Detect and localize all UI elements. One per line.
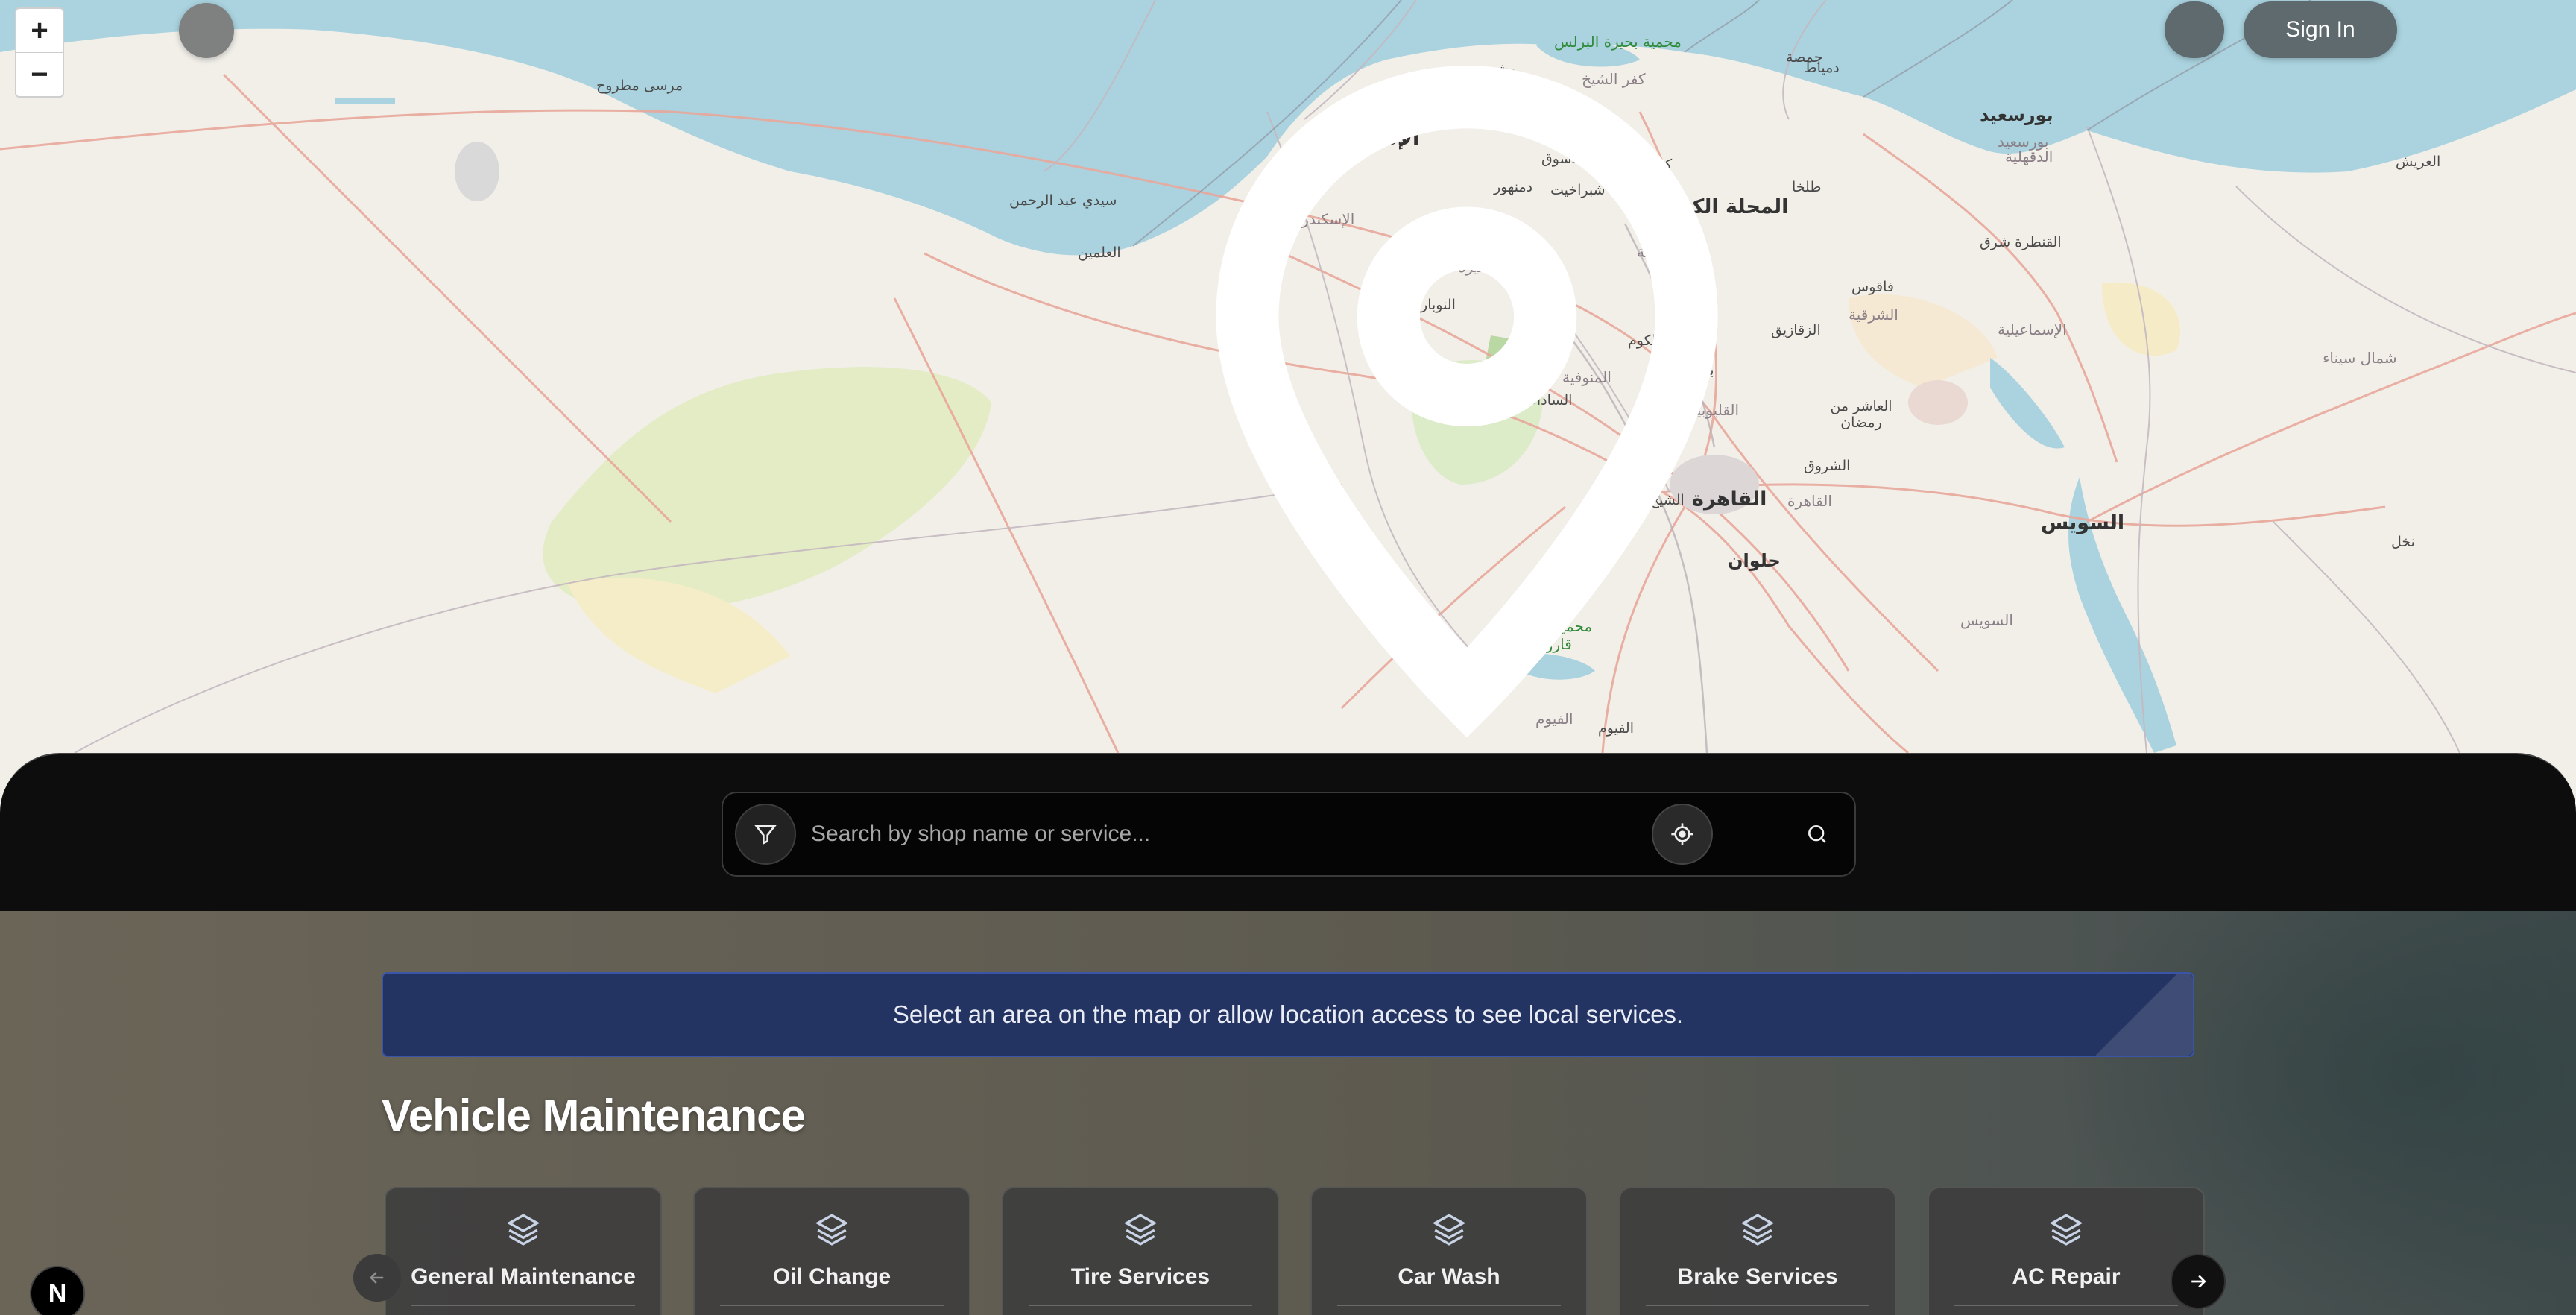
zoom-control: + − bbox=[15, 7, 64, 98]
card-divider bbox=[1646, 1305, 1869, 1306]
card-divider bbox=[1029, 1305, 1252, 1306]
filter-icon bbox=[754, 825, 777, 845]
filter-button[interactable] bbox=[735, 804, 796, 865]
location-notice-text: Select an area on the map or allow locat… bbox=[892, 1000, 1684, 1028]
service-card-label: Oil Change bbox=[772, 1264, 891, 1289]
carousel-next-button[interactable] bbox=[2171, 1254, 2226, 1309]
card-divider bbox=[1954, 1305, 2178, 1306]
search-input[interactable] bbox=[809, 821, 1652, 848]
cart-button[interactable] bbox=[2165, 1, 2224, 58]
service-card-brake-services[interactable]: Brake Services bbox=[1619, 1187, 1896, 1315]
service-card-ac-repair[interactable]: AC Repair bbox=[1928, 1187, 2205, 1315]
card-divider bbox=[411, 1305, 635, 1306]
search-icon bbox=[1808, 825, 1826, 843]
section-title: Vehicle Maintenance bbox=[382, 1091, 806, 1141]
search-bar bbox=[722, 792, 1856, 877]
service-card-general-maintenance[interactable]: General Maintenance bbox=[385, 1187, 662, 1315]
search-panel bbox=[0, 753, 2576, 912]
service-card-tire-services[interactable]: Tire Services bbox=[1002, 1187, 1279, 1315]
service-card-label: Brake Services bbox=[1677, 1264, 1838, 1289]
layers-icon bbox=[1432, 1214, 1466, 1246]
layers-icon bbox=[815, 1214, 849, 1246]
layers-icon bbox=[1740, 1214, 1775, 1246]
zoom-in-button[interactable]: + bbox=[16, 9, 63, 53]
service-card-label: Car Wash bbox=[1398, 1264, 1500, 1289]
zoom-out-button[interactable]: − bbox=[16, 53, 63, 96]
sign-in-button[interactable]: Sign In bbox=[2244, 1, 2397, 58]
map-view[interactable]: مرسى مطروح محمية بحيرة البرلس كفر الشيخ … bbox=[0, 0, 2576, 753]
search-submit-button[interactable] bbox=[1795, 812, 1840, 857]
location-pin-button[interactable] bbox=[179, 3, 1718, 738]
service-card-label: AC Repair bbox=[2012, 1264, 2121, 1289]
dev-badge[interactable]: N bbox=[30, 1266, 85, 1315]
crosshair-icon bbox=[1671, 823, 1693, 845]
service-card-label: General Maintenance bbox=[411, 1264, 636, 1289]
card-divider bbox=[1337, 1305, 1561, 1306]
services-section: Select an area on the map or allow locat… bbox=[0, 911, 2576, 1315]
arrow-left-icon bbox=[370, 1272, 384, 1284]
service-card-oil-change[interactable]: Oil Change bbox=[693, 1187, 970, 1315]
carousel-prev-button[interactable] bbox=[353, 1254, 401, 1302]
service-card-label: Tire Services bbox=[1070, 1264, 1210, 1289]
layers-icon bbox=[2049, 1214, 2083, 1246]
layers-icon bbox=[1123, 1214, 1158, 1246]
service-card-car-wash[interactable]: Car Wash bbox=[1310, 1187, 1588, 1315]
location-notice: Select an area on the map or allow locat… bbox=[382, 972, 2194, 1057]
locate-me-button[interactable] bbox=[1652, 804, 1713, 865]
card-divider bbox=[720, 1305, 944, 1306]
service-cards: General Maintenance Oil Change Tire Serv… bbox=[385, 1187, 2205, 1315]
arrow-right-icon bbox=[2191, 1275, 2206, 1288]
sign-in-icon bbox=[2244, 1, 2576, 753]
layers-icon bbox=[506, 1214, 540, 1246]
